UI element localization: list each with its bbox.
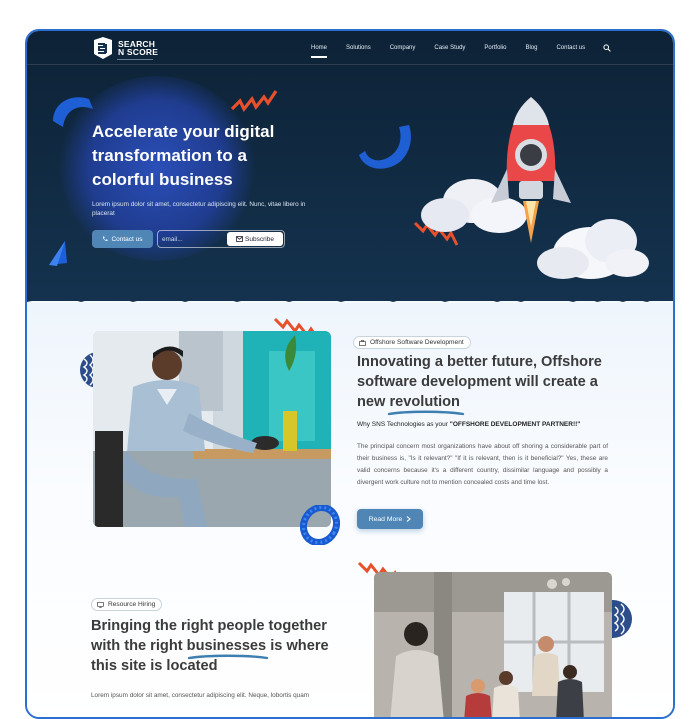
section1-heading-line2: software development will create a [357,374,598,390]
offshore-badge-label: Offshore Software Development [370,339,464,346]
section1-heading-line1: Innovating a better future, Offshore [357,354,602,370]
office-worker-photo [93,331,331,527]
section2-heading-suffix: is where [266,638,329,654]
brand-logo[interactable]: SEARCH N SCORE [91,36,158,60]
read-more-label: Read More [368,515,403,523]
pattern-circle-decoration [611,600,632,638]
main-nav: Home Solutions Company Case Study Portfo… [311,45,604,58]
page-frame: SEARCH N SCORE Home Solutions Company Ca… [25,29,675,719]
top-navbar: SEARCH N SCORE Home Solutions Company Ca… [27,31,673,65]
section1-heading-highlight: revolution [389,394,460,410]
subscribe-label: Subscribe [245,235,274,243]
section1-heading-prefix: new [357,394,390,410]
nav-item-solutions[interactable]: Solutions [346,45,371,51]
blue-cone-decoration [49,241,67,266]
section1-heading: Innovating a better future, Offshore sof… [357,352,627,412]
briefcase-icon [359,339,366,346]
blue-arc-decoration [359,125,411,169]
rocket-illustration [421,97,649,279]
orange-zigzag-decoration [230,90,278,112]
highlight-underline [387,410,465,416]
hero-subtitle: Lorem ipsum dolor sit amet, consectetur … [92,201,306,217]
nav-item-contact-us[interactable]: Contact us [556,45,585,51]
logo-tagline-rule [117,59,153,60]
search-icon[interactable] [603,44,611,52]
section2-heading-prefix: with the right [91,638,187,654]
blue-ring-decoration [53,97,93,127]
why-prefix: Why SNS Technologies as your [357,421,450,428]
nav-item-portfolio[interactable]: Portfolio [484,45,506,51]
read-more-button[interactable]: Read More [357,509,423,529]
monitor-icon [97,601,104,608]
why-bold: "OFFSHORE DEVELOPMENT PARTNER!!" [449,421,581,428]
logo-line2: N SCORE [118,47,159,57]
section2-heading-highlight: businesses [186,638,267,654]
nav-item-home[interactable]: Home [311,45,328,58]
resource-hiring-badge: Resource Hiring [91,598,163,611]
subscribe-button[interactable]: Subscribe [227,232,283,246]
team-meeting-photo [374,572,612,717]
subscribe-form: Subscribe [157,230,285,248]
chevron-right-icon [406,516,412,522]
hero-section: SEARCH N SCORE Home Solutions Company Ca… [27,31,673,301]
logo-mark-icon [94,37,112,59]
phone-icon [103,236,108,242]
section2-paragraph: Lorem ipsum dolor sit amet, consectetur … [91,692,310,699]
highlight-underline [187,654,269,660]
section1-paragraph: The principal concern most organizations… [357,443,608,486]
logo-wordmark: SEARCH N SCORE [118,40,159,57]
blue-ring-decoration [300,505,340,545]
nav-item-case-study[interactable]: Case Study [434,45,465,51]
contact-us-label: Contact us [111,235,143,243]
resource-hiring-label: Resource Hiring [108,601,156,608]
hero-title: Accelerate your digital transformation t… [92,122,275,189]
section2-heading: Bringing the right people together with … [91,616,351,676]
nav-item-company[interactable]: Company [390,45,416,51]
nav-item-blog[interactable]: Blog [525,45,537,51]
mail-icon [236,236,243,242]
why-sns-line: Why SNS Technologies as your "OFFSHORE D… [357,421,580,428]
offshore-badge: Offshore Software Development [353,336,471,349]
section2-heading-line1: Bringing the right people together [91,618,327,634]
contact-us-button[interactable]: Contact us [92,230,153,248]
email-input[interactable] [162,233,228,246]
